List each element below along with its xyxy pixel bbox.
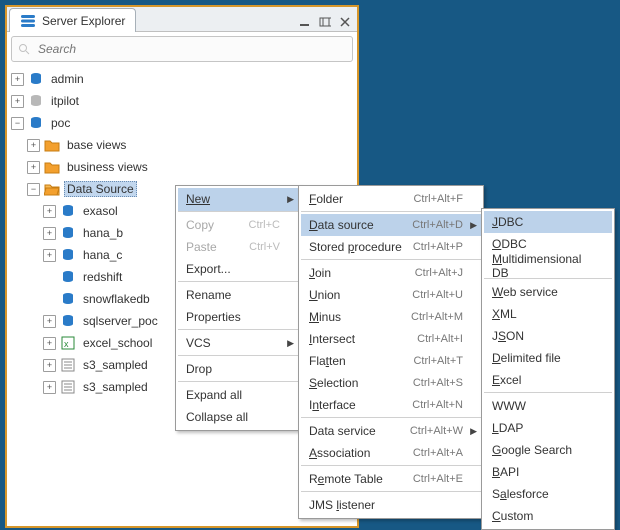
menu-item-expand-all[interactable]: Expand all <box>178 384 298 406</box>
datasource-icon <box>60 313 76 329</box>
menu-item-bapi[interactable]: BAPI <box>484 461 612 483</box>
datasource-icon <box>60 291 76 307</box>
menu-item-new[interactable]: New▶ <box>178 188 298 212</box>
expand-icon[interactable]: + <box>43 381 56 394</box>
menu-item-union[interactable]: UnionCtrl+Alt+U <box>301 284 481 306</box>
search-input[interactable] <box>36 41 346 57</box>
minimize-icon[interactable] <box>297 15 313 29</box>
folder-icon <box>44 138 60 152</box>
menu-item-minus[interactable]: MinusCtrl+Alt+M <box>301 306 481 328</box>
expand-icon[interactable]: + <box>27 161 40 174</box>
menu-item-drop[interactable]: Drop <box>178 358 298 382</box>
tree-node-poc[interactable]: − poc <box>11 112 357 134</box>
excel-icon: x <box>60 335 76 351</box>
menu-item-custom[interactable]: Custom <box>484 505 612 527</box>
menu-item-www[interactable]: WWW <box>484 395 612 417</box>
submenu-arrow-icon: ▶ <box>287 338 294 349</box>
menu-item-jms[interactable]: JMS listener <box>301 494 481 516</box>
collapse-icon[interactable]: − <box>27 183 40 196</box>
collapse-icon[interactable]: − <box>11 117 24 130</box>
folder-icon <box>44 160 60 174</box>
menu-item-rename[interactable]: Rename <box>178 284 298 306</box>
svg-text:x: x <box>64 339 69 349</box>
menu-item-copy: CopyCtrl+C <box>178 214 298 236</box>
tree-label-selected: Data Source <box>64 181 137 197</box>
menu-item-join[interactable]: JoinCtrl+Alt+J <box>301 262 481 284</box>
tree-node-admin[interactable]: + admin <box>11 68 357 90</box>
menu-item-storedproc[interactable]: Stored procedureCtrl+Alt+P <box>301 236 481 260</box>
search-box[interactable] <box>11 36 353 62</box>
file-icon <box>60 379 76 395</box>
submenu-new: FolderCtrl+Alt+F Data sourceCtrl+Alt+D▶ … <box>298 185 484 519</box>
menu-item-salesforce[interactable]: Salesforce <box>484 483 612 505</box>
menu-item-interface[interactable]: InterfaceCtrl+Alt+N <box>301 394 481 418</box>
menu-item-datasource[interactable]: Data sourceCtrl+Alt+D▶ <box>301 214 481 236</box>
expand-icon[interactable]: + <box>43 249 56 262</box>
close-icon[interactable] <box>337 15 353 29</box>
expand-icon[interactable]: + <box>43 337 56 350</box>
tree-node-business-views[interactable]: + business views <box>11 156 357 178</box>
menu-item-delimited[interactable]: Delimited file <box>484 347 612 369</box>
maximize-icon[interactable] <box>317 15 333 29</box>
menu-item-remotetable[interactable]: Remote TableCtrl+Alt+E <box>301 468 481 492</box>
expand-icon[interactable]: + <box>43 227 56 240</box>
folder-open-icon <box>44 182 60 196</box>
expand-icon[interactable]: + <box>43 315 56 328</box>
tree-node-itpilot[interactable]: + itpilot <box>11 90 357 112</box>
expand-icon[interactable]: + <box>11 73 24 86</box>
menu-item-folder[interactable]: FolderCtrl+Alt+F <box>301 188 481 212</box>
menu-item-paste: PasteCtrl+V <box>178 236 298 258</box>
menu-item-vcs[interactable]: VCS▶ <box>178 332 298 356</box>
menu-item-export[interactable]: Export... <box>178 258 298 282</box>
menu-item-xml[interactable]: XML <box>484 303 612 325</box>
submenu-arrow-icon: ▶ <box>470 220 477 231</box>
datasource-icon <box>60 269 76 285</box>
file-icon <box>60 357 76 373</box>
tab-server-explorer[interactable]: Server Explorer <box>9 8 136 32</box>
menu-item-webservice[interactable]: Web service <box>484 281 612 303</box>
menu-item-jdbc[interactable]: JDBC <box>484 211 612 233</box>
window-controls <box>297 15 357 31</box>
datasource-icon <box>60 225 76 241</box>
menu-item-properties[interactable]: Properties <box>178 306 298 330</box>
menu-item-selection[interactable]: SelectionCtrl+Alt+S <box>301 372 481 394</box>
menu-item-dataservice[interactable]: Data serviceCtrl+Alt+W▶ <box>301 420 481 442</box>
submenu-datasource: JDBC ODBC Multidimensional DB Web servic… <box>481 208 615 530</box>
datasource-icon <box>60 203 76 219</box>
menu-item-ldap[interactable]: LDAP <box>484 417 612 439</box>
submenu-arrow-icon: ▶ <box>470 426 477 437</box>
menu-item-association[interactable]: AssociationCtrl+Alt+A <box>301 442 481 466</box>
menu-item-excel[interactable]: Excel <box>484 369 612 393</box>
context-menu: New▶ CopyCtrl+C PasteCtrl+V Export... Re… <box>175 185 301 431</box>
menu-item-collapse-all[interactable]: Collapse all <box>178 406 298 428</box>
database-icon <box>28 71 44 87</box>
tree-node-base-views[interactable]: + base views <box>11 134 357 156</box>
expand-icon[interactable]: + <box>27 139 40 152</box>
menu-item-multidim[interactable]: Multidimensional DB <box>484 255 612 279</box>
database-icon <box>28 115 44 131</box>
datasource-icon <box>60 247 76 263</box>
database-icon <box>28 93 44 109</box>
expand-icon[interactable]: + <box>43 359 56 372</box>
server-icon <box>20 14 36 28</box>
submenu-arrow-icon: ▶ <box>287 194 294 205</box>
tab-bar: Server Explorer <box>7 7 357 32</box>
menu-item-json[interactable]: JSON <box>484 325 612 347</box>
expand-icon[interactable]: + <box>11 95 24 108</box>
search-icon <box>18 43 30 55</box>
expand-icon[interactable]: + <box>43 205 56 218</box>
menu-item-intersect[interactable]: IntersectCtrl+Alt+I <box>301 328 481 350</box>
tab-label: Server Explorer <box>42 14 125 28</box>
menu-item-flatten[interactable]: FlattenCtrl+Alt+T <box>301 350 481 372</box>
menu-item-google[interactable]: Google Search <box>484 439 612 461</box>
